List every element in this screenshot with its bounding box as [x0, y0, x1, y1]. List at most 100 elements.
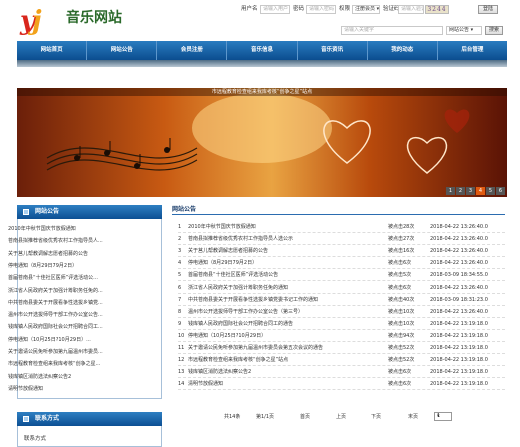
- row-number: 5: [178, 272, 182, 279]
- table-row[interactable]: 5 首届苍南县“十佳社区医师”评选活动公告 被点击5次 2018-03-09 18:3…: [178, 270, 505, 282]
- pager-next[interactable]: 下页: [371, 412, 381, 422]
- row-title-link[interactable]: 停电通知（8月29日79月2日）: [188, 258, 403, 269]
- sidebar-news-item[interactable]: 钱库镇人民政府国际社会公开招聘合同工...: [8, 322, 140, 332]
- sidebar-news-item[interactable]: 钱库镇区消防选法纠察公告2: [8, 372, 140, 382]
- table-row[interactable]: 3 关于莒儿帮教调解志愿者招募的公告 被点击16次 2018-04-22 13:26:…: [178, 246, 505, 258]
- sidebar-news-item[interactable]: 停电通知（8月29日79月2日）: [8, 261, 140, 271]
- search-button[interactable]: 搜索: [485, 26, 503, 35]
- sidebar-news-item[interactable]: 2010年中秋节国庆节放假通知: [8, 224, 140, 234]
- sidebar-news-item[interactable]: 市远程教育检查组来我库考核“创争之星...: [8, 359, 140, 369]
- table-row[interactable]: 11 关于邀请公民免听参加第九届温州市委员会第五次会议的通告 被点击52次 2018-…: [178, 343, 505, 354]
- row-title-link[interactable]: 首届苍南县“十佳社区医师”评选活动公告: [188, 270, 403, 281]
- table-row[interactable]: 2 苍南县拟推荐省级优秀农村工作指导员人选公示 被点击27次 2018-04-22 1…: [178, 234, 505, 246]
- nav-shadow: [17, 60, 507, 67]
- password-label: 密码: [293, 6, 305, 12]
- username-label: 用户名: [241, 6, 258, 12]
- sidebar-news-item[interactable]: 首届苍南县“十佳社区医师”评选活动公...: [8, 273, 140, 283]
- banner-page-2[interactable]: 2: [456, 187, 465, 195]
- row-date: 2018-04-22 13:26:40.0: [430, 224, 488, 230]
- captcha-image[interactable]: 3244: [425, 5, 449, 14]
- banner-slideshow[interactable]: 市远程教育检查组来我库考核“创争之星”站点 1 2 3 4 5 6: [17, 88, 507, 197]
- row-title-link[interactable]: 浙江省人民政府关于加强计筹职务任免的通知: [188, 283, 403, 294]
- banner-artwork: [46, 93, 470, 174]
- table-row[interactable]: 1 2010年中秋节国庆节放假通知 被点击28次 2018-04-22 13:26:4…: [178, 222, 505, 233]
- table-row[interactable]: 14 清明节放假通知 被点击6次 2018-04-22 13:19:18.0: [178, 379, 505, 391]
- sidebar-news-item[interactable]: 苍南县拟推荐省级优秀农村工作指导员人...: [8, 236, 140, 246]
- row-number: 8: [178, 308, 182, 315]
- table-row[interactable]: 7 中共苍南县委关于开展看争性选拔乡镇党委书记工作的通知 被点击40次 2018-03…: [178, 295, 505, 306]
- row-title-link[interactable]: 温州市公开选拔师导干部工作办公室公告（第三号）: [188, 307, 403, 318]
- row-click-count: 被点击5次: [388, 272, 412, 279]
- row-date: 2018-04-22 13:19:18.0: [430, 320, 488, 327]
- banner-page-4[interactable]: 4: [476, 187, 485, 195]
- table-row[interactable]: 9 钱库镇人民政府国际社会公开招聘合同工的通告 被点击10次 2018-04-22 1…: [178, 319, 505, 330]
- row-date: 2018-04-22 13:19:18.0: [430, 369, 488, 376]
- sidebar-news-item[interactable]: 关于邀请公民免听参加第九届温州市委员...: [8, 347, 140, 357]
- row-title-link[interactable]: 停电通知（10月25日?10月29日）: [188, 331, 403, 342]
- nav-music-info[interactable]: 音乐信息: [227, 41, 298, 60]
- row-click-count: 被点击27次: [388, 236, 415, 243]
- search-category-select[interactable]: 网站公告 ▾: [446, 26, 482, 35]
- captcha-input[interactable]: 请输入验证: [398, 5, 424, 14]
- table-row[interactable]: 8 温州市公开选拔师导干部工作办公室公告（第三号） 被点击10次 2018-04-22…: [178, 307, 505, 318]
- nav-home[interactable]: 网站首页: [17, 41, 88, 60]
- row-date: 2018-03-09 18:31:23.0: [430, 296, 488, 303]
- row-title-link[interactable]: 钱库镇人民政府国际社会公开招聘合同工的通告: [188, 319, 403, 330]
- pager-first[interactable]: 首页: [300, 412, 310, 422]
- row-number: 2: [178, 236, 182, 243]
- role-select[interactable]: 注册会员 ▾: [352, 5, 380, 14]
- search-input[interactable]: 请输入关键字: [341, 26, 443, 35]
- row-title-link[interactable]: 中共苍南县委关于开展看争性选拔乡镇党委书记工作的通知: [188, 295, 403, 306]
- login-button[interactable]: 登陆: [478, 5, 498, 14]
- row-number: 4: [178, 260, 182, 267]
- sidebar-news-item[interactable]: 关于莒儿帮教调解志愿者招募的公告: [8, 249, 140, 259]
- row-date: 2018-04-22 13:19:18.0: [430, 381, 488, 388]
- row-title-link[interactable]: 关于邀请公民免听参加第九届温州市委员会第五次会议的通告: [188, 343, 403, 354]
- row-date: 2018-04-22 13:26:40.0: [430, 248, 488, 255]
- banner-caption[interactable]: 市远程教育检查组来我库考核“创争之星”站点: [17, 88, 507, 96]
- row-title-link[interactable]: 2010年中秋节国庆节放假通知: [188, 222, 403, 233]
- table-row[interactable]: 4 停电通知（8月29日79月2日） 被点击6次 2018-04-22 13:26:4…: [178, 258, 505, 270]
- banner-page-6[interactable]: 6: [496, 187, 505, 195]
- sidebar-news-item[interactable]: 浙江省人民政府关于加强计筹职务任免的...: [8, 286, 140, 296]
- banner-page-5[interactable]: 5: [486, 187, 495, 195]
- sidebar-contact-header: 联系方式: [17, 412, 162, 426]
- pager-last[interactable]: 末页: [408, 412, 418, 422]
- row-title-link[interactable]: 苍南县拟推荐省级优秀农村工作指导员人选公示: [188, 234, 403, 245]
- row-date: 2018-04-22 13:26:40.0: [430, 284, 488, 291]
- banner-page-3[interactable]: 3: [466, 187, 475, 195]
- table-row[interactable]: 10 停电通知（10月25日?10月29日） 被点击94次 2018-04-22 13…: [178, 331, 505, 342]
- row-click-count: 被点击6次: [388, 369, 412, 376]
- row-click-count: 被点击94次: [388, 332, 415, 339]
- sidebar-news-item[interactable]: 温州市公开选拔师导干部工作办公室公告...: [8, 310, 140, 320]
- sidebar-news-item[interactable]: 中共苍南县委关于开展看争性选拔乡镇党...: [8, 298, 140, 308]
- nav-admin[interactable]: 后台管理: [438, 41, 507, 60]
- pager-select[interactable]: 1 ▾: [434, 412, 452, 421]
- sidebar-news-item[interactable]: 停电通知（10月25日?10月29日）...: [8, 335, 140, 345]
- banner-pager: 1 2 3 4 5 6: [446, 187, 505, 195]
- contact-text: 联系方式: [24, 436, 47, 442]
- row-title-link[interactable]: 关于莒儿帮教调解志愿者招募的公告: [188, 246, 403, 257]
- row-title-link[interactable]: 钱库镇区消防选法纠察公告2: [188, 367, 403, 378]
- nav-register[interactable]: 会员注册: [157, 41, 228, 60]
- table-row[interactable]: 12 市远程教育检查组来我库考核“创争之星”站点 被点击52次 2018-04-22 …: [178, 355, 505, 367]
- username-input[interactable]: 请输入用户: [260, 5, 290, 14]
- sidebar-contact-box: 联系方式: [17, 426, 162, 447]
- row-date: 2018-04-22 13:19:18.0: [430, 357, 488, 364]
- row-click-count: 被点击6次: [388, 381, 412, 388]
- pager-prev[interactable]: 上页: [336, 412, 346, 422]
- row-date: 2018-04-22 13:26:40.0: [430, 260, 488, 267]
- table-row[interactable]: 6 浙江省人民政府关于加强计筹职务任免的通知 被点击6次 2018-04-22 13:…: [178, 283, 505, 294]
- row-number: 7: [178, 296, 182, 303]
- pager-total: 共14条: [224, 414, 241, 420]
- banner-page-1[interactable]: 1: [446, 187, 455, 195]
- nav-music-news[interactable]: 音乐资讯: [298, 41, 368, 60]
- nav-my-activity[interactable]: 我的动态: [368, 41, 438, 60]
- pagination: 共14条 第1/1页 首页 上页 下页 末页 1 ▾: [172, 412, 505, 422]
- sidebar-news-item[interactable]: 请明节放假通知: [8, 384, 140, 394]
- row-title-link[interactable]: 清明节放假通知: [188, 379, 403, 390]
- table-row[interactable]: 13 钱库镇区消防选法纠察公告2 被点击6次 2018-04-22 13:19:18.…: [178, 367, 505, 379]
- password-input[interactable]: 请输入密码: [306, 5, 336, 14]
- row-title-link[interactable]: 市远程教育检查组来我库考核“创争之星”站点: [188, 355, 403, 366]
- nav-announcements[interactable]: 网站公告: [87, 41, 158, 60]
